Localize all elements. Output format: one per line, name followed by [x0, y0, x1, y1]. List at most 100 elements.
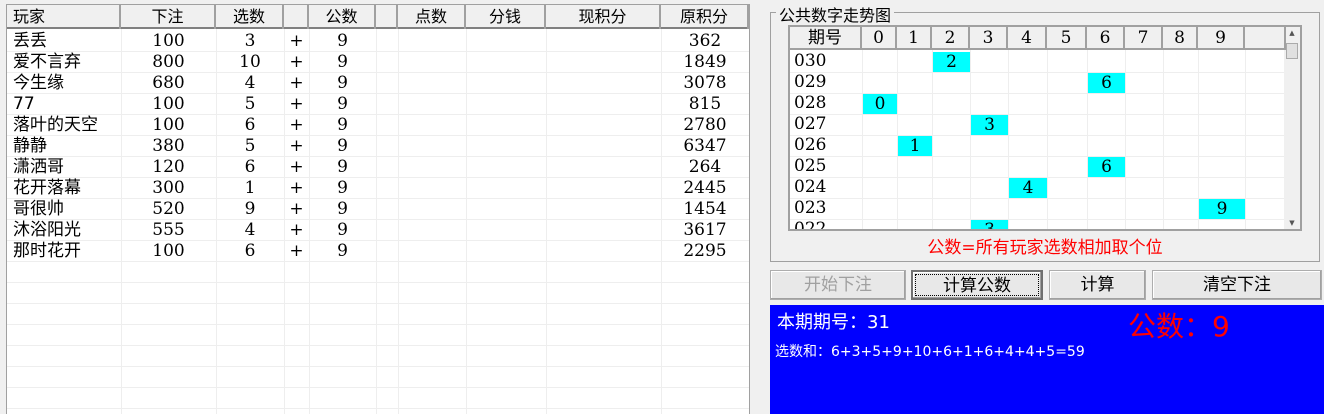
- player-cell: +: [289, 31, 304, 51]
- trend-value: 3: [971, 115, 1008, 135]
- trend-value: 9: [1199, 199, 1245, 219]
- trend-column-header[interactable]: 0: [862, 27, 897, 50]
- player-cell: 那时花开: [13, 241, 81, 261]
- player-cell: 1849: [683, 52, 727, 72]
- grid-row-divider: [790, 72, 1284, 73]
- player-cell: 9: [337, 115, 348, 135]
- trend-period: 028: [794, 93, 827, 113]
- player-cell: +: [289, 241, 304, 261]
- column-header[interactable]: 选数: [216, 5, 284, 29]
- player-cell: 680: [152, 73, 185, 93]
- grid-row-divider: [790, 114, 1284, 115]
- column-header[interactable]: 原积分: [661, 5, 749, 29]
- player-cell: 9: [244, 199, 256, 219]
- player-cell: 264: [688, 157, 722, 177]
- player-cell: 2780: [683, 115, 727, 135]
- column-header[interactable]: [284, 5, 309, 29]
- player-cell: 沐浴阳光: [13, 220, 81, 240]
- trend-value: 6: [1088, 73, 1125, 93]
- player-cell: 静静: [13, 136, 47, 156]
- column-divider: [546, 29, 547, 414]
- player-cell: 1: [244, 178, 256, 198]
- trend-column-header[interactable]: 期号: [790, 27, 862, 50]
- trend-title: 公共数字走势图: [776, 2, 895, 26]
- column-header[interactable]: 公数: [309, 5, 376, 29]
- trend-period: 024: [794, 177, 827, 197]
- grid-divider: [1008, 50, 1009, 229]
- player-cell: 5: [244, 94, 256, 114]
- row-divider: [7, 366, 749, 367]
- player-cell: 6: [244, 115, 256, 135]
- trend-column-header[interactable]: 6: [1087, 27, 1125, 50]
- player-cell: 3617: [683, 220, 727, 240]
- scroll-thumb[interactable]: [1286, 43, 1298, 59]
- player-cell: 9: [337, 31, 348, 51]
- player-cell: 362: [688, 31, 722, 51]
- player-cell: 3: [244, 31, 256, 51]
- player-cell: 6347: [683, 136, 727, 156]
- trend-value: 3: [971, 220, 1008, 229]
- player-cell: +: [289, 199, 304, 219]
- column-header[interactable]: 分钱: [466, 5, 546, 29]
- clear-bet-button[interactable]: 清空下注: [1152, 270, 1322, 300]
- column-header[interactable]: 现积分: [546, 5, 661, 29]
- trend-column-header[interactable]: 3: [970, 27, 1008, 50]
- player-cell: 潇洒哥: [13, 157, 64, 177]
- trend-period: 029: [794, 72, 827, 92]
- player-cell: 6: [244, 241, 256, 261]
- player-cell: 100: [152, 115, 185, 135]
- player-cell: 555: [152, 220, 185, 240]
- player-cell: 300: [152, 178, 185, 198]
- player-cell: 4: [244, 220, 256, 240]
- calc-button[interactable]: 计算: [1049, 270, 1146, 300]
- start-bet-button[interactable]: 开始下注: [770, 270, 906, 300]
- trend-column-header[interactable]: 1: [897, 27, 932, 50]
- trend-period: 026: [794, 135, 827, 155]
- trend-column-header[interactable]: 7: [1125, 27, 1163, 50]
- calc-public-button[interactable]: 计算公数: [911, 270, 1043, 300]
- column-divider: [398, 29, 399, 414]
- result-panel: 本期期号：31 选数和：6+3+5+9+10+6+1+6+4+4+5=59 公数…: [770, 305, 1324, 414]
- player-cell: 3078: [683, 73, 727, 93]
- grid-divider: [1125, 50, 1126, 229]
- player-cell: +: [289, 115, 304, 135]
- player-cell: 100: [152, 31, 185, 51]
- player-table-header: 玩家 下注 选数 公数 点数 分钱 现积分 原积分: [7, 5, 749, 29]
- row-divider: [7, 303, 749, 304]
- player-cell: 120: [152, 157, 185, 177]
- player-cell: +: [289, 52, 304, 72]
- trend-column-header[interactable]: [1245, 27, 1286, 50]
- player-cell: 4: [244, 73, 256, 93]
- trend-column-header[interactable]: 2: [932, 27, 970, 50]
- trend-column-header[interactable]: 5: [1047, 27, 1087, 50]
- trend-value: 1: [898, 136, 932, 156]
- player-cell: 5: [244, 136, 256, 156]
- scroll-up-icon[interactable]: ▲: [1284, 29, 1300, 37]
- trend-column-header[interactable]: 9: [1198, 27, 1245, 50]
- column-header[interactable]: [376, 5, 398, 29]
- column-header[interactable]: 点数: [398, 5, 466, 29]
- trend-scrollbar[interactable]: ▲ ▼: [1284, 27, 1300, 229]
- player-cell: +: [289, 178, 304, 198]
- trend-column-header[interactable]: 4: [1008, 27, 1047, 50]
- player-cell: +: [289, 157, 304, 177]
- trend-period: 027: [794, 114, 827, 134]
- player-cell: 9: [337, 94, 348, 114]
- player-cell: 77: [13, 94, 35, 114]
- player-cell: +: [289, 94, 304, 114]
- grid-divider: [932, 50, 933, 229]
- grid-row-divider: [790, 135, 1284, 136]
- player-cell: 9: [337, 73, 348, 93]
- scroll-down-icon[interactable]: ▼: [1284, 219, 1300, 227]
- player-cell: 9: [337, 52, 348, 72]
- column-header[interactable]: 下注: [121, 5, 216, 29]
- grid-divider: [970, 50, 971, 229]
- player-cell: 9: [337, 199, 348, 219]
- player-cell: 今生缘: [13, 73, 64, 93]
- player-cell: 9: [337, 136, 348, 156]
- row-divider: [7, 345, 749, 346]
- player-cell: 6: [244, 157, 256, 177]
- trend-column-header[interactable]: 8: [1163, 27, 1198, 50]
- trend-grid: ▲ ▼ 期号 0 1 2 3 4 5 6 7 8 9 030 2 029 6 028 0 027 3 026 1 025 6…: [788, 25, 1302, 231]
- column-header[interactable]: 玩家: [7, 5, 121, 29]
